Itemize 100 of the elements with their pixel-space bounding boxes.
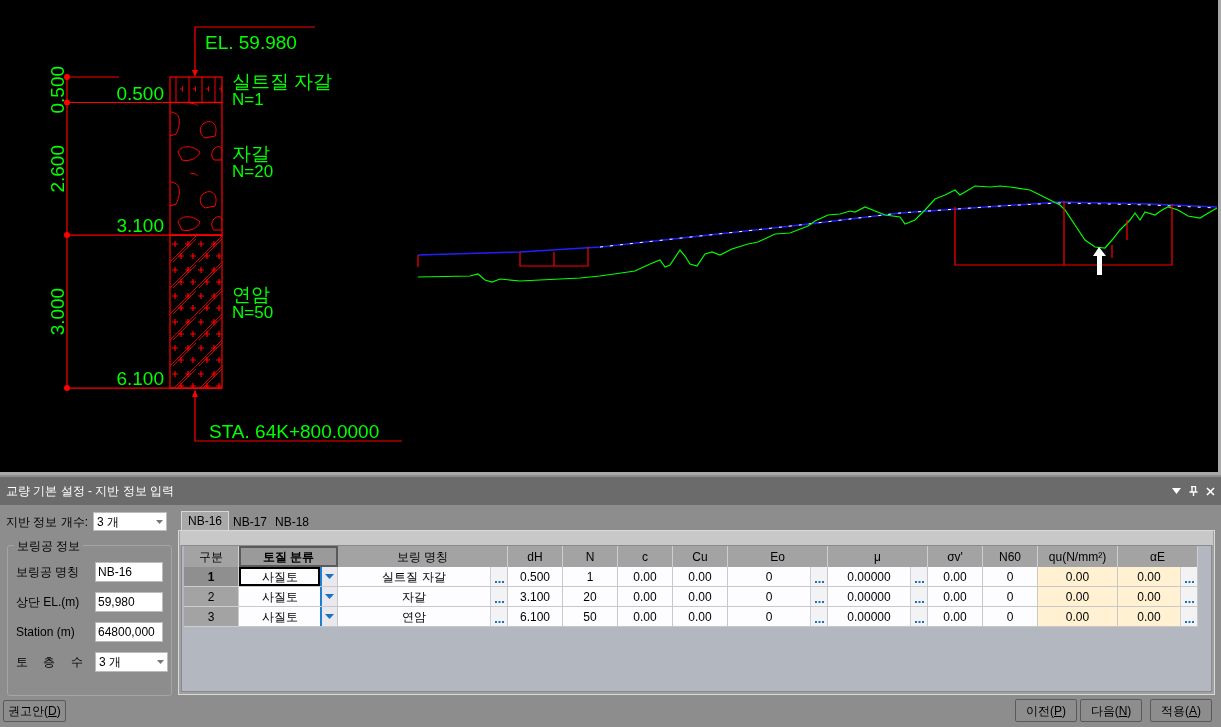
column-header[interactable]: c xyxy=(618,546,673,567)
elevation-label: EL. 59.980 xyxy=(205,32,297,53)
field-label: 토 층 수 xyxy=(16,654,84,671)
table-cell: 사질토 xyxy=(239,567,320,586)
dropdown-caret-icon xyxy=(325,614,334,619)
tab[interactable]: NB-17 xyxy=(229,513,272,530)
table-cell: 0.00 xyxy=(928,607,982,626)
layer-name: 자갈 xyxy=(232,142,270,164)
table-cell: 20 xyxy=(563,587,617,606)
dropdown-button[interactable] xyxy=(320,567,337,586)
table-cell: 0.00 xyxy=(928,567,982,586)
field-label: 보링공 명칭 xyxy=(16,564,81,581)
dropdown-button[interactable] xyxy=(320,587,337,606)
table-cell: 0.00 xyxy=(1038,587,1117,606)
ellipsis-button[interactable] xyxy=(1180,607,1197,626)
tab[interactable]: NB-16 xyxy=(181,511,229,530)
layer-name: 실트질 자갈 xyxy=(232,71,333,92)
row-header[interactable]: 2 xyxy=(184,587,239,607)
table-cell: 0.00 xyxy=(618,567,672,586)
row-header[interactable]: 3 xyxy=(184,607,239,627)
recommend-button[interactable]: 권고안(D) xyxy=(3,699,66,722)
column-header[interactable]: μ xyxy=(828,546,928,567)
column-header[interactable]: N60 xyxy=(983,546,1038,567)
table-cell: 자갈 xyxy=(338,587,490,606)
ellipsis-button[interactable] xyxy=(910,607,927,626)
dropdown-button[interactable] xyxy=(320,607,337,626)
table-cell: 0.00 xyxy=(1118,607,1180,626)
panel-title: 교량 기본 설정 - 지반 정보 입력 xyxy=(6,483,174,500)
column-header[interactable]: dH xyxy=(508,546,563,567)
column-header[interactable]: 구분 xyxy=(184,546,239,567)
dialog-button[interactable]: 적용(A) xyxy=(1150,699,1212,722)
n-value-label: N=1 xyxy=(232,90,264,109)
column-header[interactable]: N xyxy=(563,546,618,567)
column-header[interactable]: 보링 명칭 xyxy=(338,546,508,567)
depth-label: 3.100 xyxy=(116,215,164,237)
pin-icon[interactable] xyxy=(1189,486,1198,496)
layer-count-combo[interactable]: 3 개 xyxy=(95,652,168,672)
depth-label: 0.500 xyxy=(116,82,164,104)
dropdown-caret-icon xyxy=(325,574,334,579)
table-cell: 실트질 자갈 xyxy=(338,567,490,586)
table-cell: 사질토 xyxy=(239,587,320,606)
table-cell: 0.00000 xyxy=(828,587,910,606)
table-cell: 0 xyxy=(728,567,810,586)
table-cell: 1 xyxy=(563,567,617,586)
column-header[interactable]: qu(N/mm²) xyxy=(1038,546,1118,567)
input-field[interactable]: 64800,000 xyxy=(95,622,163,642)
column-header[interactable]: 토질 분류 xyxy=(239,546,338,567)
ellipsis-button[interactable] xyxy=(1180,567,1197,586)
thickness-label: 2.600 xyxy=(47,145,68,193)
table-cell: 0.00 xyxy=(673,587,727,606)
ellipsis-button[interactable] xyxy=(810,607,827,626)
input-field[interactable]: 59,980 xyxy=(95,592,163,612)
count-label: 지반 정보 개수: xyxy=(6,513,89,531)
table-cell: 0.00 xyxy=(1118,567,1180,586)
input-field[interactable]: NB-16 xyxy=(95,562,163,582)
ellipsis-button[interactable] xyxy=(1180,587,1197,606)
ellipsis-button[interactable] xyxy=(910,567,927,586)
table-cell: 사질토 xyxy=(239,607,320,626)
table-cell: 0.500 xyxy=(508,567,562,586)
table-cell: 3.100 xyxy=(508,587,562,606)
count-combo[interactable]: 3 개 xyxy=(93,512,167,531)
table-cell: 6.100 xyxy=(508,607,562,626)
thickness-label: 3.000 xyxy=(47,287,68,336)
table-cell: 0 xyxy=(728,587,810,606)
row-header[interactable]: 1 xyxy=(184,567,239,587)
table-cell: 0.00 xyxy=(673,607,727,626)
ellipsis-button[interactable] xyxy=(810,587,827,606)
column-header[interactable]: Eo xyxy=(728,546,828,567)
table-cell: 0.00000 xyxy=(828,567,910,586)
dropdown-caret-icon xyxy=(325,594,334,599)
table-cell: 0.00 xyxy=(1038,607,1117,626)
table-cell: 0 xyxy=(983,607,1037,626)
table-cell: 0.00 xyxy=(928,587,982,606)
ellipsis-button[interactable] xyxy=(810,567,827,586)
column-header[interactable]: αE xyxy=(1118,546,1198,567)
column-header[interactable]: Cu xyxy=(673,546,728,567)
tab[interactable]: NB-18 xyxy=(271,513,314,530)
ellipsis-button[interactable] xyxy=(490,587,507,606)
depth-label: 6.100 xyxy=(116,368,164,390)
dropdown-caret-icon xyxy=(156,519,163,524)
dialog-button[interactable]: 이전(P) xyxy=(1015,699,1077,722)
table-cell: 0.00000 xyxy=(828,607,910,626)
dropdown-caret-icon[interactable] xyxy=(1172,488,1181,494)
table-cell: 연암 xyxy=(338,607,490,626)
column-header[interactable]: σv' xyxy=(928,546,983,567)
station-label: STA. 64K+800.0000 xyxy=(209,421,380,442)
table-cell: 0 xyxy=(728,607,810,626)
close-icon[interactable] xyxy=(1206,486,1215,496)
ellipsis-button[interactable] xyxy=(490,607,507,626)
table-cell: 50 xyxy=(563,607,617,626)
table-cell: 0 xyxy=(983,587,1037,606)
layer-name: 연암 xyxy=(232,283,270,305)
field-label: 상단 EL.(m) xyxy=(16,594,81,611)
table-cell: 0.00 xyxy=(673,567,727,586)
table-cell: 0.00 xyxy=(1118,587,1180,606)
table-cell: 0.00 xyxy=(1038,567,1117,586)
ellipsis-button[interactable] xyxy=(910,587,927,606)
field-label: Station (m) xyxy=(16,624,76,641)
ellipsis-button[interactable] xyxy=(490,567,507,586)
dialog-button[interactable]: 다음(N) xyxy=(1080,699,1142,722)
